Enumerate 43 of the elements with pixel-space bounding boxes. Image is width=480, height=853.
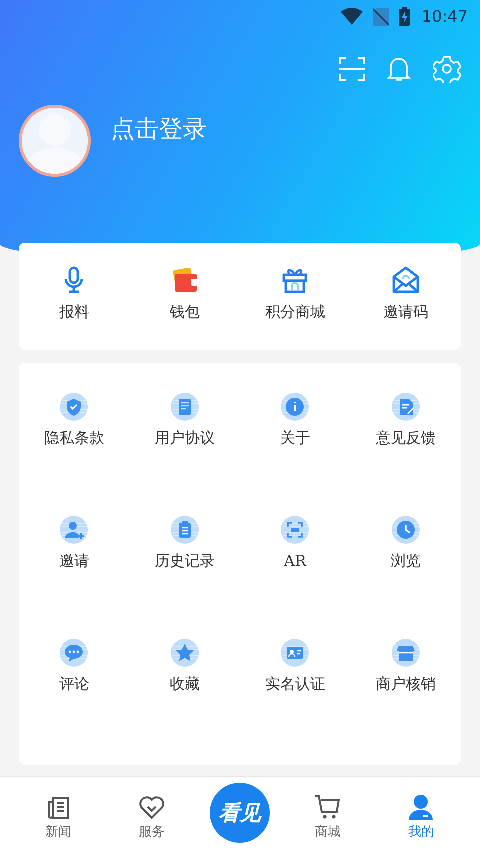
no-sim-icon — [372, 8, 389, 26]
wallet-icon — [170, 266, 199, 294]
quick-action[interactable]: 报料 — [19, 243, 130, 350]
nav-tab[interactable]: 服务 — [116, 789, 187, 841]
shield-icon — [60, 393, 88, 421]
notification-bell-icon[interactable] — [387, 56, 411, 82]
storefront-icon — [392, 639, 420, 667]
clipboard-icon — [170, 516, 199, 544]
info-icon — [281, 393, 310, 421]
id-card-icon — [281, 639, 310, 667]
menu-item[interactable]: 隐私条款 — [19, 363, 130, 486]
quick-action[interactable]: 积分商城 — [240, 243, 350, 350]
clock-icon — [392, 516, 420, 544]
status-time: 10:47 — [422, 7, 468, 26]
add-user-icon — [60, 516, 88, 544]
menu-item[interactable]: 历史记录 — [130, 486, 240, 609]
document-icon — [170, 393, 199, 421]
menu-item[interactable]: 意见反馈 — [350, 363, 461, 486]
wifi-icon — [340, 8, 363, 25]
menu-item[interactable]: AR — [240, 486, 350, 609]
settings-icon[interactable] — [433, 55, 461, 83]
scan-icon[interactable] — [339, 57, 365, 81]
nav-tab[interactable]: 商城 — [293, 789, 364, 841]
scan-frame-icon — [281, 516, 310, 544]
menu-item[interactable]: 评论 — [19, 609, 130, 732]
menu-item[interactable]: 实名认证 — [240, 609, 350, 732]
home-logo-button[interactable]: 看见 — [210, 783, 270, 843]
shopping-cart-icon — [314, 793, 342, 821]
menu-item[interactable]: 邀请 — [19, 486, 130, 609]
user-icon — [407, 793, 436, 821]
menu-item[interactable]: 关于 — [240, 363, 350, 486]
envelope-icon — [392, 266, 420, 294]
quick-action[interactable]: 钱包 — [130, 243, 240, 350]
edit-document-icon — [392, 393, 420, 421]
nav-tab[interactable]: 新闻 — [24, 789, 94, 841]
menu-item[interactable]: 用户协议 — [130, 363, 240, 486]
menu-item[interactable]: 浏览 — [350, 486, 461, 609]
quick-action[interactable]: 邀请码 — [350, 243, 461, 350]
nav-tab[interactable]: 我的 — [386, 789, 456, 841]
menu-item[interactable]: 收藏 — [130, 609, 240, 732]
battery-icon — [398, 7, 410, 26]
menu-item[interactable]: 商户核销 — [350, 609, 461, 732]
chat-bubble-icon — [60, 639, 88, 667]
